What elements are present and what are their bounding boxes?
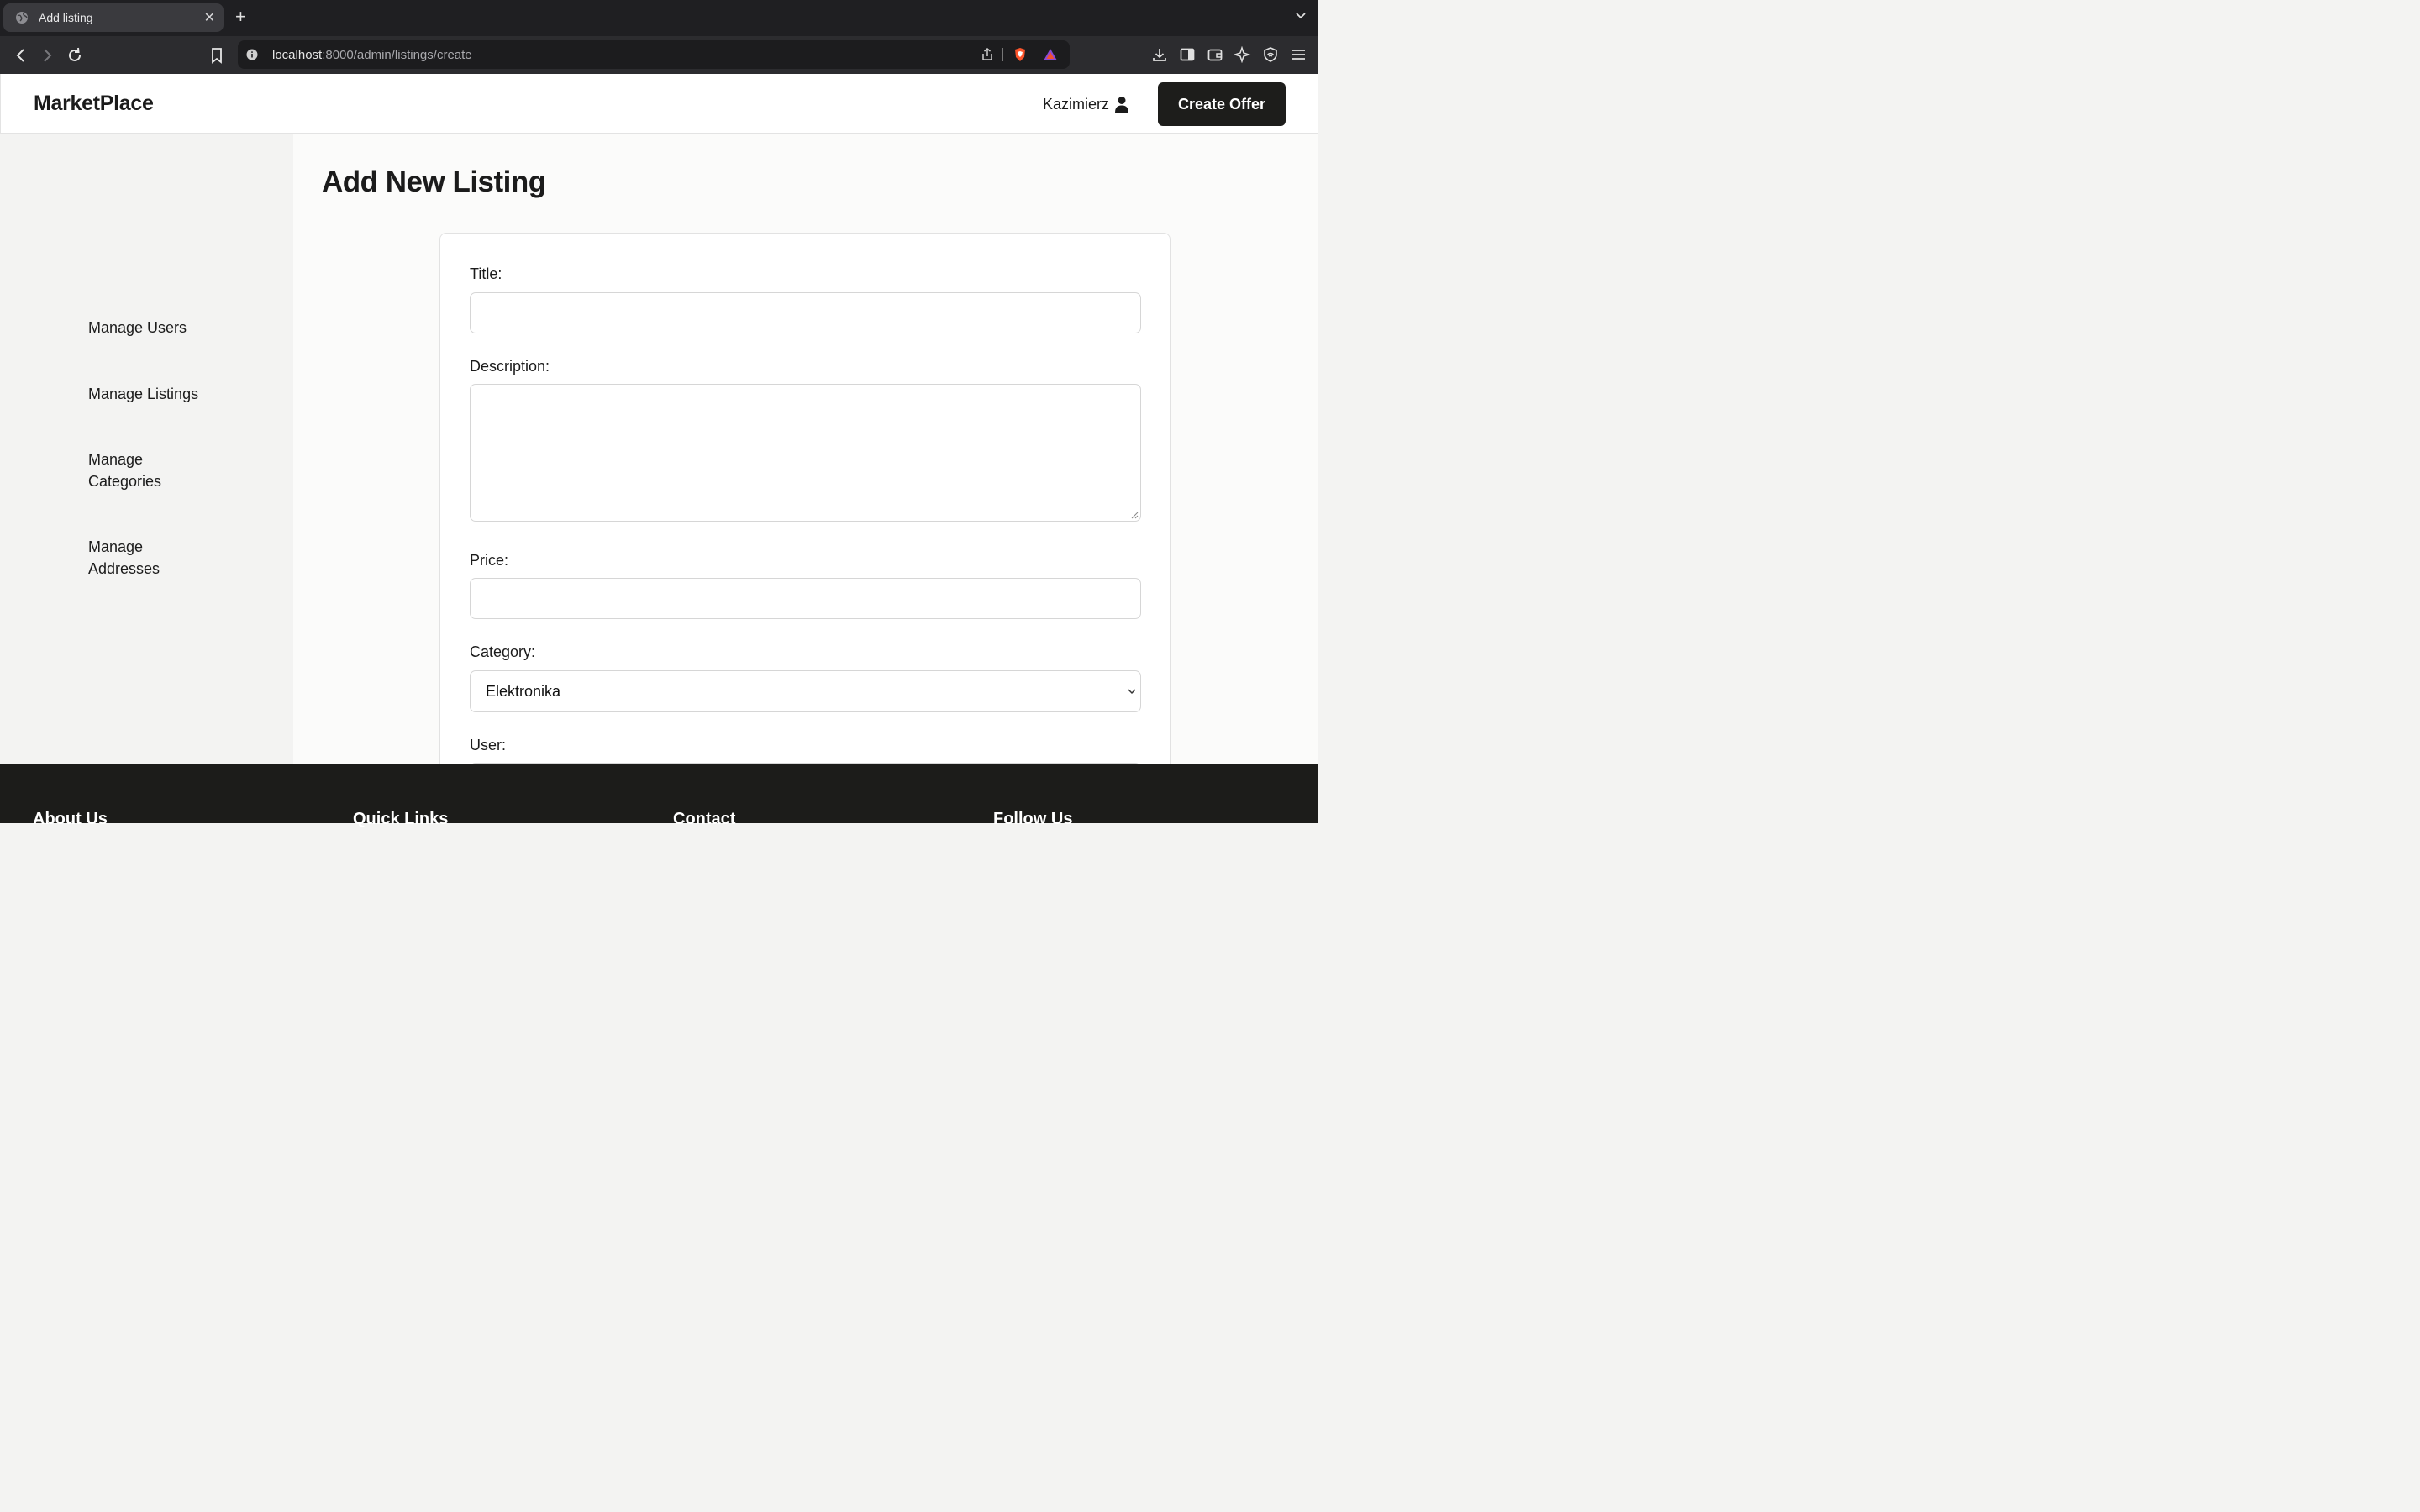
footer-follow-heading: Follow Us (993, 810, 1073, 828)
user-label: User: (470, 737, 507, 753)
browser-tab[interactable]: Add listing ✕ (3, 3, 224, 32)
price-input[interactable] (470, 578, 1141, 619)
description-textarea[interactable] (470, 384, 1141, 522)
brave-rewards-icon[interactable] (1043, 47, 1058, 62)
user-name[interactable]: Kazimierz (1043, 96, 1109, 113)
footer-contact-heading: Contact (673, 810, 736, 828)
title-input[interactable] (470, 292, 1141, 333)
price-label: Price: (470, 552, 509, 569)
sidebar-item-users[interactable]: Manage Users (88, 317, 223, 339)
reload-icon[interactable] (66, 46, 84, 65)
forward-icon[interactable] (38, 46, 56, 65)
create-offer-button[interactable]: Create Offer (1158, 82, 1286, 126)
title-label: Title: (470, 265, 502, 282)
category-select[interactable]: Elektronika (470, 670, 1141, 712)
sidebar-item-addresses[interactable]: Manage Addresses (88, 536, 181, 580)
address-bar[interactable]: localhost:8000/admin/listings/create (238, 40, 1070, 69)
resize-handle-icon[interactable] (1130, 511, 1139, 519)
tab-close-icon[interactable]: ✕ (204, 9, 215, 26)
chevron-down-icon (1128, 689, 1136, 695)
category-selected: Elektronika (486, 683, 561, 700)
footer-quick-links-heading: Quick Links (353, 810, 449, 828)
tab-title: Add listing (39, 11, 93, 24)
admin-sidebar: Manage Users Manage Listings Manage Cate… (0, 134, 292, 764)
browser-toolbar: localhost:8000/admin/listings/create (0, 36, 1318, 74)
user-icon[interactable] (1114, 96, 1129, 113)
description-label: Description: (470, 358, 550, 375)
footer-about-heading: About Us (33, 810, 108, 828)
download-icon[interactable] (1151, 46, 1168, 63)
site-footer: About Us Quick Links Contact Follow Us (0, 764, 1318, 828)
main-content: Add New Listing Title: Description: Pric… (293, 134, 1318, 821)
back-icon[interactable] (12, 46, 30, 65)
sidebar-toggle-icon[interactable] (1179, 46, 1196, 63)
brand-logo[interactable]: MarketPlace (34, 92, 154, 116)
category-label: Category: (470, 643, 536, 660)
sidebar-item-categories[interactable]: Manage Categories (88, 449, 181, 492)
sidebar-item-listings[interactable]: Manage Listings (88, 383, 223, 405)
new-tab-button[interactable]: + (235, 7, 246, 27)
vpn-icon[interactable] (1262, 46, 1279, 63)
info-icon[interactable] (246, 49, 258, 60)
brave-shield-icon[interactable] (1013, 47, 1028, 62)
chevron-down-icon[interactable] (1294, 8, 1307, 22)
page-title: Add New Listing (322, 165, 546, 198)
bookmark-icon[interactable] (208, 46, 226, 65)
share-icon[interactable] (980, 47, 995, 62)
listing-form: Title: Description: Price: Category: Ele… (439, 233, 1171, 821)
site-header: MarketPlace Kazimierz Create Offer (0, 74, 1318, 134)
globe-icon (16, 12, 28, 24)
leo-ai-icon[interactable] (1234, 46, 1251, 63)
url-text: localhost:8000/admin/listings/create (272, 48, 472, 62)
url-path: :8000/admin/listings/create (322, 48, 472, 62)
menu-icon[interactable] (1290, 46, 1307, 63)
wallet-icon[interactable] (1207, 46, 1223, 63)
browser-tabbar: Add listing ✕ + (0, 0, 1318, 36)
divider (1002, 48, 1003, 61)
url-host: localhost (272, 48, 323, 62)
